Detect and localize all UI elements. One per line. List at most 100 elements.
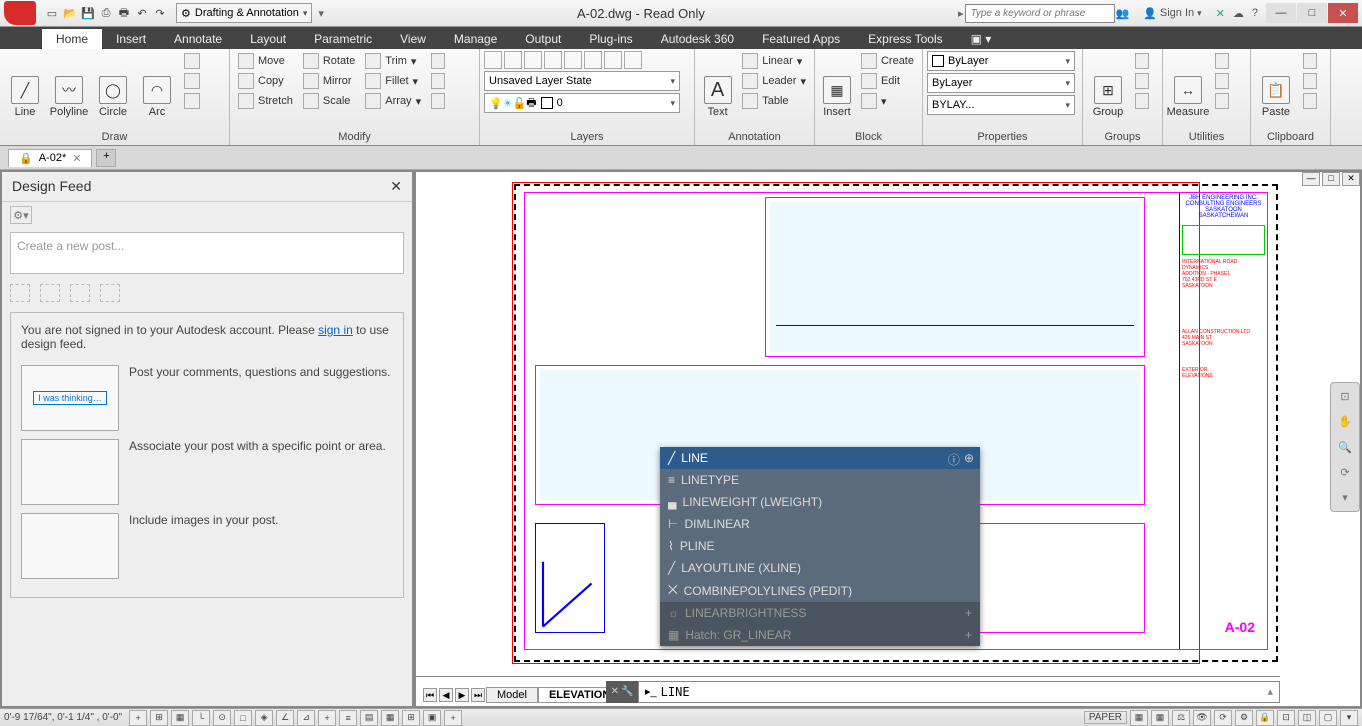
status-lwt-icon[interactable]: ≡: [339, 710, 357, 726]
cmd-help-globe-icon[interactable]: ⊕: [964, 451, 974, 468]
layer-current-dropdown[interactable]: 💡☀🔓🖶 0: [484, 93, 680, 113]
linear-dim-button[interactable]: Linear▾: [738, 51, 810, 71]
full-nav-icon[interactable]: ⊡: [1335, 387, 1355, 406]
cmd-expand-icon[interactable]: ▴: [1267, 685, 1273, 698]
group-extra1[interactable]: [1131, 51, 1153, 71]
search-input[interactable]: [965, 4, 1115, 23]
layer-iso4-icon[interactable]: [544, 51, 562, 69]
status-ducs-icon[interactable]: ⊿: [297, 710, 315, 726]
tab-overflow-icon[interactable]: ▣ ▾: [957, 29, 1006, 49]
cmd-suggestion-line[interactable]: ╱LINE: [660, 447, 980, 469]
status-clean-icon[interactable]: ▢: [1319, 710, 1337, 726]
status-polar-icon[interactable]: ⊙: [213, 710, 231, 726]
move-button[interactable]: Move: [234, 51, 297, 71]
circle-button[interactable]: ◯Circle: [92, 51, 134, 143]
workspace-dropdown[interactable]: ⚙ Drafting & Annotation: [176, 3, 312, 23]
rotate-button[interactable]: Rotate: [299, 51, 359, 71]
feed-image-icon[interactable]: [100, 284, 120, 302]
cmd-help-info-icon[interactable]: ⓘ: [948, 451, 960, 468]
status-infer-icon[interactable]: +: [129, 710, 147, 726]
cmd-suggestion-dimlinear[interactable]: ⊢DIMLINEAR: [660, 513, 980, 535]
status-osnap-icon[interactable]: □: [234, 710, 252, 726]
tab-insert[interactable]: Insert: [102, 29, 160, 49]
feed-signin-link[interactable]: sign in: [318, 323, 353, 337]
array-button[interactable]: Array▾: [361, 91, 425, 111]
panel-label-properties[interactable]: Properties: [923, 131, 1082, 143]
tab-autodesk360[interactable]: Autodesk 360: [647, 29, 748, 49]
close-button[interactable]: ✕: [1328, 3, 1358, 23]
a360-icon[interactable]: ☁: [1233, 7, 1244, 20]
status-tpy-icon[interactable]: ▤: [360, 710, 378, 726]
vp-close-icon[interactable]: ✕: [1342, 172, 1360, 186]
clip-extra3[interactable]: [1299, 91, 1321, 111]
layer-iso5-icon[interactable]: [564, 51, 582, 69]
panel-label-clipboard[interactable]: Clipboard: [1251, 131, 1330, 143]
linetype-dropdown[interactable]: BYLAY...: [927, 95, 1075, 115]
status-qv-drawings-icon[interactable]: ▦: [1151, 710, 1169, 726]
util-extra2[interactable]: [1211, 71, 1233, 91]
search-arrow-icon[interactable]: ▸: [958, 7, 964, 20]
signin-button[interactable]: 👤Sign In▾: [1137, 6, 1207, 21]
drawing-canvas[interactable]: — □ ✕: [414, 170, 1362, 708]
status-ws-icon[interactable]: ⚙: [1235, 710, 1253, 726]
qat-redo-icon[interactable]: ↷: [152, 5, 168, 21]
status-qp-icon[interactable]: ▦: [381, 710, 399, 726]
cmd-suggestion-pline[interactable]: ⌇PLINE: [660, 535, 980, 557]
showmotion-icon[interactable]: ▾: [1335, 488, 1355, 507]
maximize-button[interactable]: □: [1297, 3, 1327, 23]
qat-plot-icon[interactable]: 🖶: [116, 5, 132, 21]
modify-extra3[interactable]: [427, 91, 449, 111]
modelspace-toggle[interactable]: PAPER: [1084, 711, 1127, 724]
group-extra3[interactable]: [1131, 91, 1153, 111]
vp-min-icon[interactable]: —: [1302, 172, 1320, 186]
draw-extra1[interactable]: [180, 51, 204, 71]
edit-block-button[interactable]: Edit: [857, 71, 918, 91]
panel-label-layers[interactable]: Layers: [480, 131, 694, 143]
cmd-suggestion-linearbrightness[interactable]: ☼LINEARBRIGHTNESS+: [660, 602, 980, 624]
status-qv-layouts-icon[interactable]: ▦: [1130, 710, 1148, 726]
cmd-suggestion-lineweight[interactable]: ▄LINEWEIGHT (LWEIGHT): [660, 491, 980, 513]
tab-manage[interactable]: Manage: [440, 29, 511, 49]
lineweight-dropdown[interactable]: ByLayer: [927, 73, 1075, 93]
app-logo[interactable]: [4, 1, 36, 25]
measure-button[interactable]: ↔Measure: [1167, 51, 1209, 143]
panel-label-block[interactable]: Block: [815, 131, 922, 143]
qat-new-icon[interactable]: ▭: [44, 5, 60, 21]
status-snap-icon[interactable]: ⊞: [150, 710, 168, 726]
group-extra2[interactable]: [1131, 71, 1153, 91]
qat-save-icon[interactable]: 💾: [80, 5, 96, 21]
block-extra-button[interactable]: ▾: [857, 91, 918, 111]
exchange-icon[interactable]: ✕: [1216, 7, 1225, 20]
layer-iso1-icon[interactable]: [484, 51, 502, 69]
draw-extra2[interactable]: [180, 71, 204, 91]
cmd-suggestion-linetype[interactable]: ≡LINETYPE: [660, 469, 980, 491]
tab-featured-apps[interactable]: Featured Apps: [748, 29, 854, 49]
panel-label-modify[interactable]: Modify: [230, 131, 479, 143]
status-tray-icon[interactable]: +: [444, 710, 462, 726]
fillet-button[interactable]: Fillet▾: [361, 71, 425, 91]
minimize-button[interactable]: —: [1266, 3, 1296, 23]
util-extra1[interactable]: [1211, 51, 1233, 71]
orbit-icon[interactable]: ⟳: [1335, 463, 1355, 482]
status-anno-auto-icon[interactable]: ⟳: [1214, 710, 1232, 726]
color-dropdown[interactable]: ByLayer: [927, 51, 1075, 71]
feed-pin-icon[interactable]: [40, 284, 60, 302]
qat-open-icon[interactable]: 📂: [62, 5, 78, 21]
status-dyn-icon[interactable]: +: [318, 710, 336, 726]
tab-parametric[interactable]: Parametric: [300, 29, 386, 49]
vp-max-icon[interactable]: □: [1322, 172, 1340, 186]
text-button[interactable]: AText: [699, 51, 736, 143]
layer-iso6-icon[interactable]: [584, 51, 602, 69]
layer-iso7-icon[interactable]: [604, 51, 622, 69]
feed-tag-icon[interactable]: [70, 284, 90, 302]
tab-output[interactable]: Output: [511, 29, 575, 49]
status-otrack-icon[interactable]: ∠: [276, 710, 294, 726]
status-ortho-icon[interactable]: └: [192, 710, 210, 726]
new-tab-button[interactable]: +: [96, 149, 116, 167]
status-iso-icon[interactable]: ◫: [1298, 710, 1316, 726]
polyline-button[interactable]: 〰Polyline: [48, 51, 90, 143]
cmd-suggestion-xline[interactable]: ╱LAYOUTLINE (XLINE): [660, 557, 980, 579]
feed-new-post-input[interactable]: Create a new post...: [10, 232, 404, 274]
command-handle[interactable]: ✕🔧: [606, 681, 638, 703]
scale-button[interactable]: Scale: [299, 91, 359, 111]
